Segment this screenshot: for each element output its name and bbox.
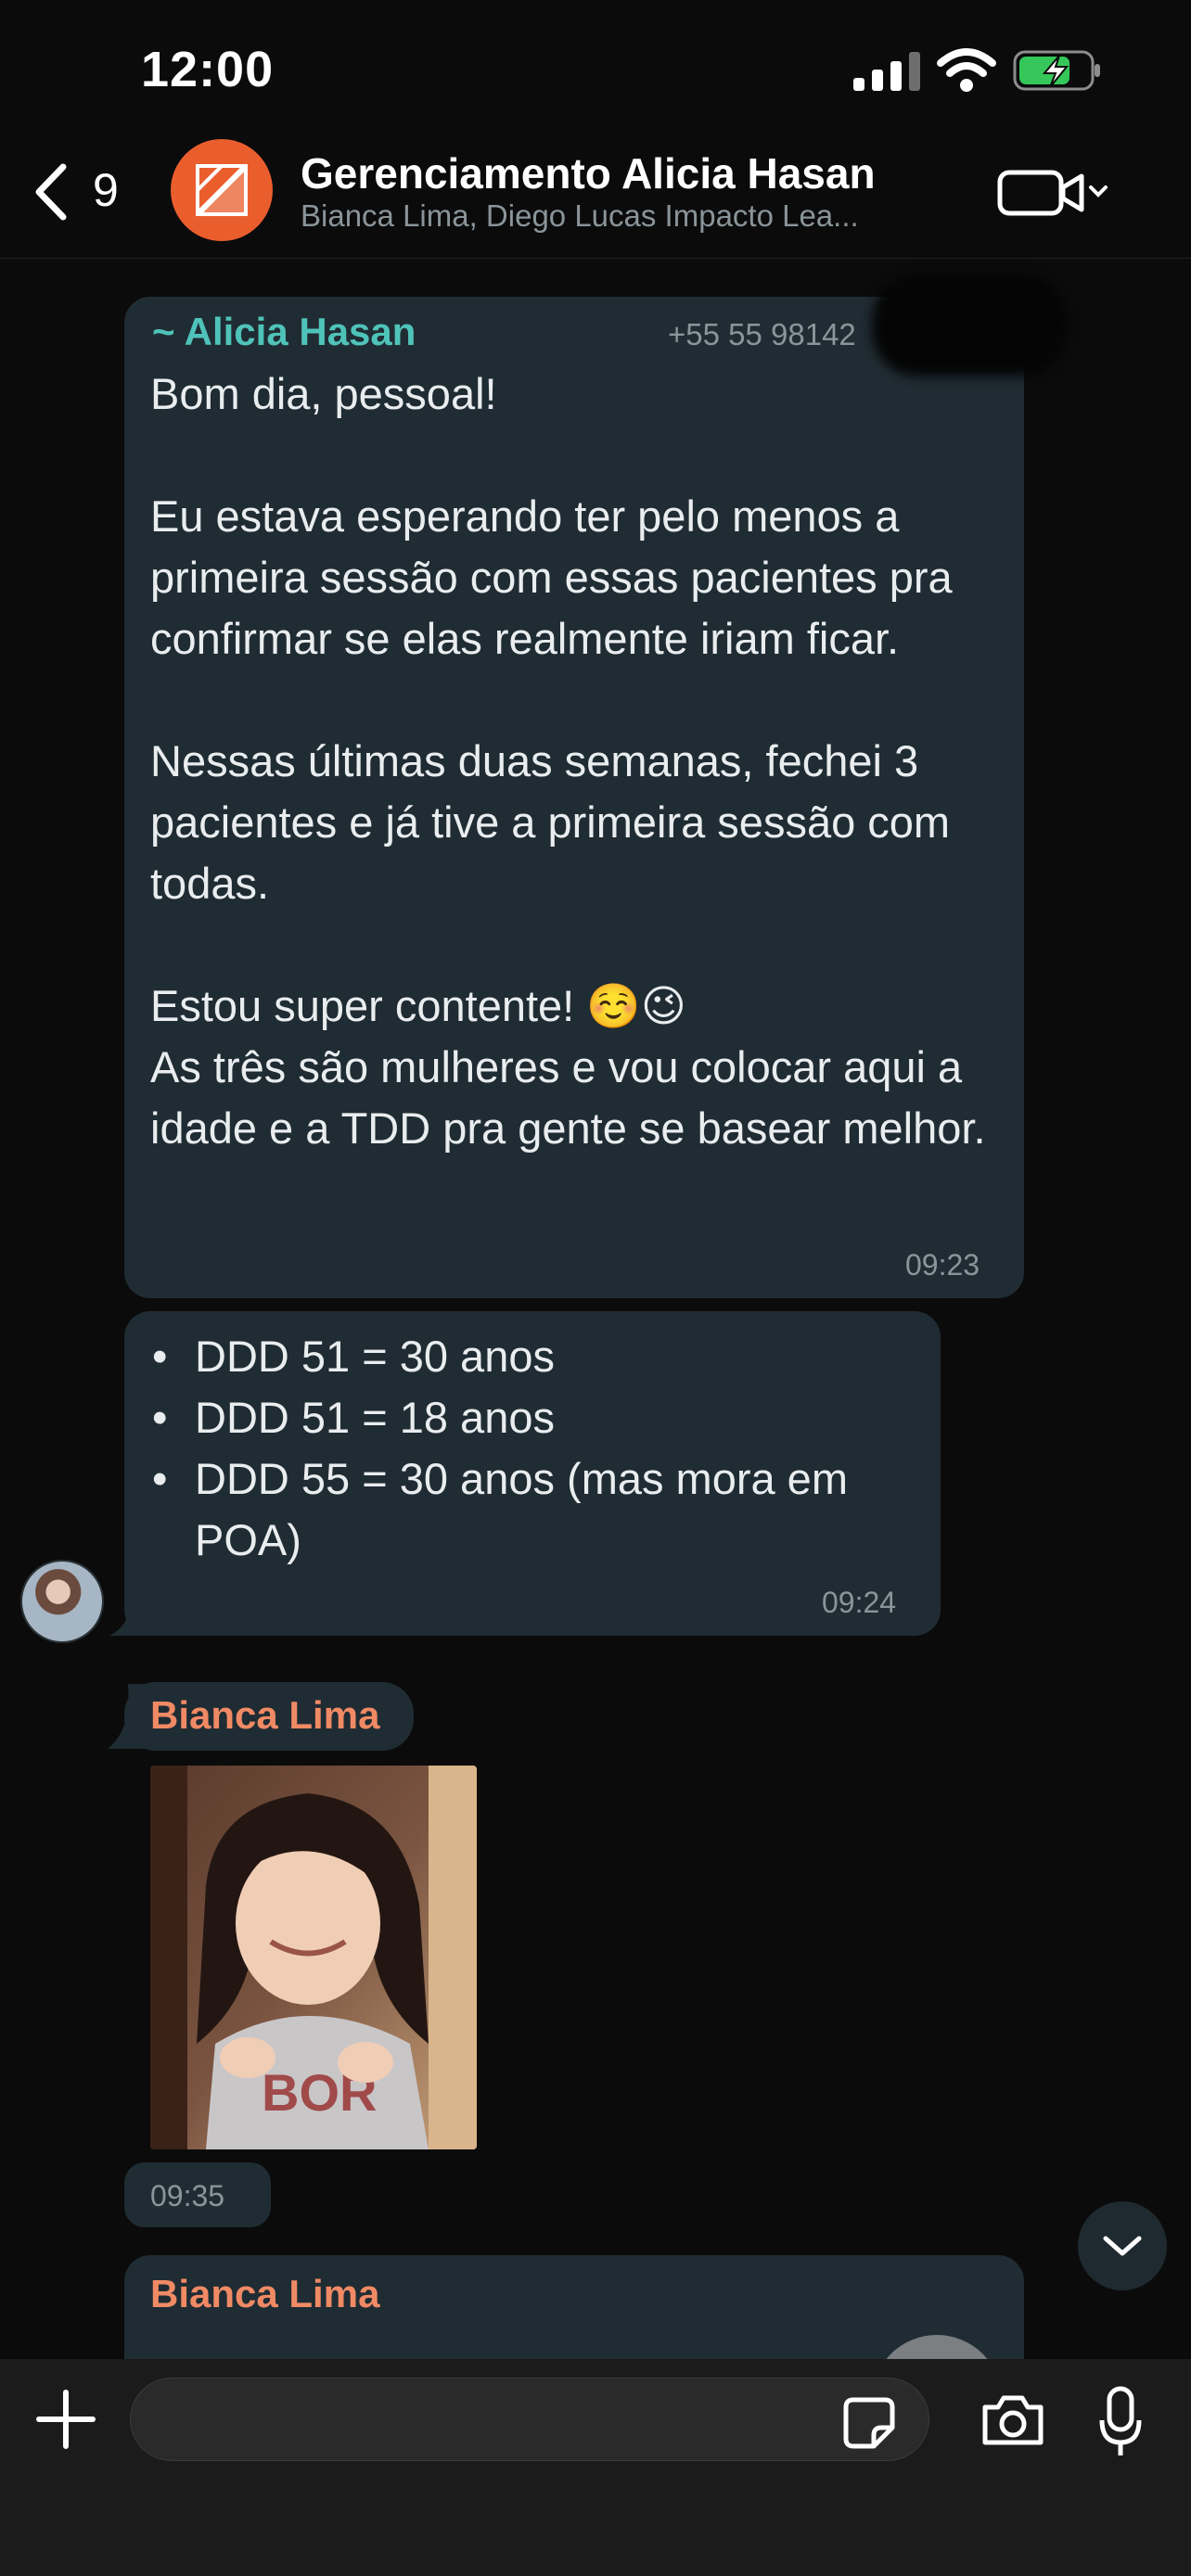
- sender-name[interactable]: ~ Alicia Hasan: [152, 310, 416, 354]
- sender-avatar[interactable]: [20, 1560, 104, 1643]
- list-item: DDD 55 = 30 anos (mas mora em POA): [152, 1448, 931, 1571]
- attach-plus-button[interactable]: [33, 2387, 98, 2452]
- redaction-mark: [872, 274, 1067, 376]
- message-input[interactable]: [130, 2378, 929, 2461]
- message-time: 09:24: [822, 1586, 897, 1619]
- sender-name[interactable]: Bianca Lima: [150, 2272, 379, 2316]
- wifi-icon: [937, 48, 996, 92]
- message-time: 09:35: [150, 2179, 225, 2213]
- battery-charging-icon: [1013, 50, 1100, 91]
- message-list: DDD 51 = 30 anos DDD 51 = 18 anos DDD 55…: [152, 1326, 931, 1571]
- bubble-tail: [109, 1597, 147, 1636]
- sender-name[interactable]: Bianca Lima: [150, 1693, 379, 1738]
- chat-members[interactable]: Bianca Lima, Diego Lucas Impacto Lea...: [301, 198, 859, 234]
- cellular-signal-icon: [853, 52, 920, 91]
- group-logo-icon: [195, 163, 249, 217]
- status-time: 12:00: [141, 42, 275, 97]
- sticker-icon[interactable]: [842, 2396, 896, 2450]
- chat-title[interactable]: Gerenciamento Alicia Hasan: [301, 148, 876, 198]
- video-call-button[interactable]: [992, 163, 1113, 223]
- message-text: Bom dia, pessoal! Eu estava esperando te…: [150, 369, 986, 1153]
- chevron-down-icon: [1103, 2236, 1142, 2256]
- list-item: DDD 51 = 18 anos: [152, 1387, 931, 1448]
- camera-icon[interactable]: [980, 2392, 1046, 2448]
- message-time: 09:23: [905, 1248, 980, 1282]
- sender-phone: +55 55 98142: [668, 317, 856, 351]
- microphone-icon[interactable]: [1098, 2385, 1143, 2459]
- photo-image: BOR: [150, 1766, 477, 2149]
- list-item: DDD 51 = 30 anos: [152, 1326, 931, 1387]
- group-avatar[interactable]: [171, 139, 273, 241]
- unread-count[interactable]: 9: [93, 163, 119, 217]
- scroll-to-bottom-button[interactable]: [1078, 2201, 1167, 2290]
- back-chevron-icon[interactable]: [28, 159, 74, 224]
- photo-attachment[interactable]: BOR: [150, 1766, 477, 2149]
